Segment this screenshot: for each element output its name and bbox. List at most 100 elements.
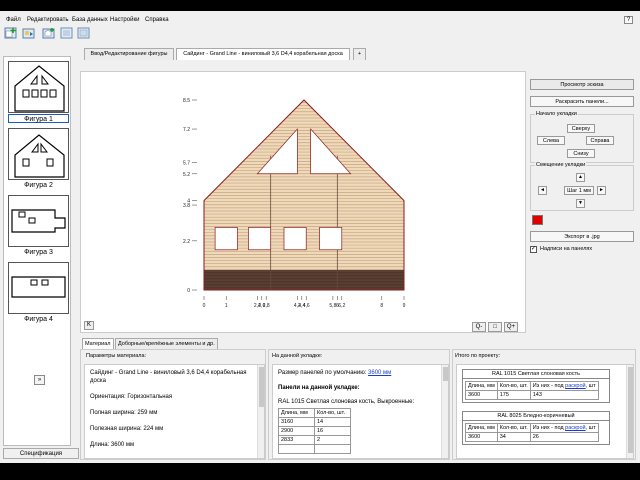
figure-thumbnail-3[interactable] xyxy=(8,195,69,247)
start-left-button[interactable]: Слева xyxy=(537,136,565,145)
y-tick-label: 2.2 xyxy=(183,239,190,245)
start-top-button[interactable]: Сверху xyxy=(567,124,595,133)
siding-layout-chart: 8.57.25.75.243.82.200 1 2,42,62,8 4,24,44,6… xyxy=(183,98,406,309)
figure-label-2[interactable]: Фигура 2 xyxy=(8,181,69,190)
x-tick-label: 1 xyxy=(225,303,228,309)
layout-title: На данной укладке: xyxy=(272,353,323,359)
menu-edit[interactable]: Редактировать xyxy=(27,17,68,23)
table-cell: 34 xyxy=(496,432,531,442)
tab-extras[interactable]: Доборные/крепёжные элементы и др. xyxy=(115,338,218,349)
window-opening xyxy=(283,227,307,251)
offset-down-button[interactable]: ▼ xyxy=(576,199,585,208)
thumbnails-scroll-button[interactable]: » xyxy=(34,375,45,385)
figure-thumbnail-4[interactable] xyxy=(8,262,69,314)
labels-checkbox-label: Надписи на панелях xyxy=(540,246,593,252)
offset-left-button[interactable]: ◄ xyxy=(538,186,547,195)
table-cell: 2833 xyxy=(278,435,315,445)
table-cell xyxy=(278,444,315,454)
start-right-button[interactable]: Справа xyxy=(586,136,614,145)
x-tick-label: 0 xyxy=(203,303,206,309)
tab-figure-input[interactable]: Ввод/Редактирование фигуры xyxy=(84,48,174,60)
group-title: RAL 1015 Светлая слоновая кость, Выкроен… xyxy=(278,399,415,405)
total-scrollbar[interactable] xyxy=(626,365,633,458)
add-figure-icon[interactable] xyxy=(4,27,17,39)
layout-column: На данной укладке: Размер панелей по умо… xyxy=(268,349,450,460)
drawing-canvas[interactable]: 8.5 7.2 5.7 5.2 4 3.8 2.2 0 0 1 2,4 2,6 2,8 4,2 4,4 4,6… xyxy=(80,71,526,333)
menu-settings[interactable]: Настройки xyxy=(110,17,139,23)
menu-file[interactable]: Файл xyxy=(6,17,21,23)
figure-list-icon[interactable] xyxy=(60,27,73,39)
y-tick-label: 8.5 xyxy=(183,98,190,104)
color-swatch[interactable] xyxy=(532,215,543,225)
zoom-in-button[interactable]: Q+ xyxy=(504,322,518,332)
tab-siding[interactable]: Сайдинг - Grand Line - виниловый 3,6 D4,… xyxy=(176,48,350,60)
material-line: Стыковка торцов: с зазором 20 мм xyxy=(90,457,187,458)
default-size-link[interactable]: 3600 мм xyxy=(368,370,391,376)
total-table-title: RAL 1015 Светлая слоновая кость xyxy=(463,370,609,379)
offset-step-button[interactable]: Шаг 1 мм xyxy=(564,186,594,195)
cut-link[interactable]: раскрой xyxy=(565,425,585,431)
window-opening xyxy=(248,227,272,251)
offset-up-button[interactable]: ▲ xyxy=(576,173,585,182)
colorize-panels-button[interactable]: Раскрасить панели... xyxy=(530,96,634,107)
menu-help[interactable]: Справка xyxy=(145,17,169,23)
table-cell: 26 xyxy=(529,432,599,442)
bottom-panel: Материал Доборные/крепёжные элементы и д… xyxy=(80,338,636,460)
figure-label-4[interactable]: Фигура 4 xyxy=(8,315,69,324)
material-line: Сайдинг - Grand Line - виниловый 3,6 D4,… xyxy=(90,370,247,376)
layout-scrollbar[interactable] xyxy=(441,365,448,458)
figure-copy-icon[interactable] xyxy=(77,27,90,39)
specification-button[interactable]: Спецификация xyxy=(3,448,79,459)
total-table: RAL 8025 Бледно-коричневый Длина, мм Кол-в… xyxy=(462,411,610,445)
offset-group: Смещение укладки ▲ ◄ Шаг 1 мм ► ▼ xyxy=(530,162,634,211)
start-direction-group: Начало укладки Сверху Слева Справа Снизу xyxy=(530,111,634,163)
table-cell: 3600 xyxy=(465,432,498,442)
total-table: RAL 1015 Светлая слоновая кость Длина, мм… xyxy=(462,369,610,403)
offset-right-button[interactable]: ► xyxy=(597,186,606,195)
table-row: 2900 16 xyxy=(278,426,351,436)
figure-thumbnail-1[interactable] xyxy=(8,61,69,113)
zoom-out-button[interactable]: Q- xyxy=(472,322,486,332)
cut-link[interactable]: раскрой xyxy=(565,383,585,389)
window-opening xyxy=(319,227,343,251)
total-title: Итого по проекту: xyxy=(455,353,500,359)
labels-checkbox[interactable]: ✓ xyxy=(530,246,537,253)
menu-database[interactable]: База данных xyxy=(72,17,108,23)
panels-title: Панели на данной укладке: xyxy=(278,385,360,391)
table-cell: 2900 xyxy=(278,426,315,436)
start-bottom-button[interactable]: Снизу xyxy=(567,149,595,158)
table-row: 3160 14 xyxy=(278,417,351,427)
table-cell: 3160 xyxy=(278,417,315,427)
material-line: Полная ширина: 259 мм xyxy=(90,410,158,416)
export-jpg-button[interactable]: Экспорт в .jpg xyxy=(530,231,634,242)
preview-sketch-button[interactable]: Просмотр эскиза xyxy=(530,79,634,90)
help-icon[interactable]: ? xyxy=(624,16,633,24)
x-tick-label: 9 xyxy=(403,303,406,309)
figure-label-1[interactable]: Фигура 1 xyxy=(8,114,69,123)
save-figure-icon[interactable] xyxy=(42,27,55,39)
table-header-cell: Из них - под раскрой, шт xyxy=(529,423,599,433)
zoom-fit-button[interactable]: □ xyxy=(488,322,502,332)
menu-bar: Файл Редактировать База данных Настройки… xyxy=(0,14,640,26)
total-column: Итого по проекту: RAL 1015 Светлая слоно… xyxy=(452,349,636,460)
material-scrollbar[interactable] xyxy=(257,365,264,458)
y-tick-label: 5.7 xyxy=(183,161,190,167)
canvas-scroll-left-button[interactable]: K xyxy=(84,321,94,330)
default-size-label: Размер панелей по умолчанию: xyxy=(278,370,367,376)
table-header-cell: Из них - под раскрой, шт xyxy=(529,381,599,391)
add-tab-button[interactable]: + xyxy=(353,48,366,60)
figure-label-3[interactable]: Фигура 3 xyxy=(8,248,69,257)
table-cell: 143 xyxy=(529,390,599,400)
y-tick-label: 7.2 xyxy=(183,127,190,133)
material-title: Параметры материала: xyxy=(86,353,147,359)
open-figure-icon[interactable] xyxy=(22,27,35,39)
wall-icon xyxy=(11,276,66,298)
x-tick-label: 2,8 xyxy=(263,303,270,309)
figure-thumbnail-2[interactable] xyxy=(8,128,69,180)
tab-material[interactable]: Материал xyxy=(82,338,114,349)
table-cell: 14 xyxy=(314,417,351,427)
window-opening xyxy=(214,227,238,251)
app-window: Файл Редактировать База данных Настройки… xyxy=(0,11,640,463)
table-header-cell: Длина, мм xyxy=(465,381,498,391)
material-line: Длина: 3600 мм xyxy=(90,442,135,448)
